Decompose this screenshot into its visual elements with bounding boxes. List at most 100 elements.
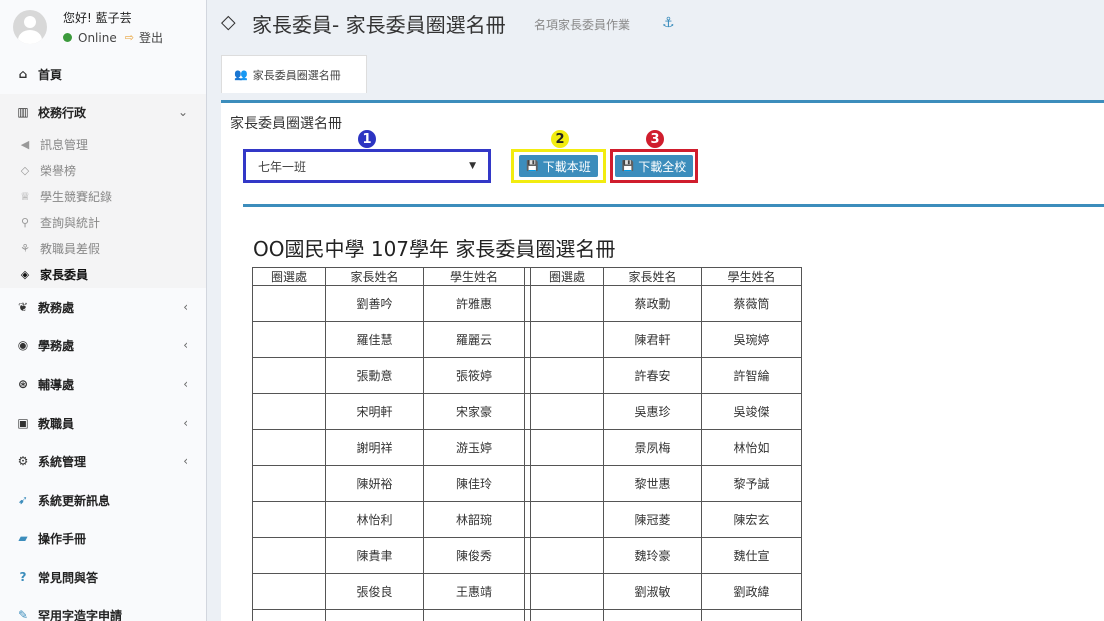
parent-name-cell: 陳貴聿: [325, 537, 424, 574]
sidebar-item-label: 教務處: [38, 300, 75, 315]
select-cell: [252, 609, 326, 621]
sidebar-item-label: 校務行政: [38, 105, 87, 120]
student-name-cell: 王惠靖: [423, 573, 525, 610]
student-name-cell: 羅麗云: [423, 321, 525, 358]
sidebar-item-faq[interactable]: ? 常見問與答: [0, 559, 206, 595]
tab-roster[interactable]: 👥 家長委員圈選名冊: [221, 55, 367, 93]
walking-icon: ⚘: [20, 241, 30, 255]
select-cell: [252, 573, 326, 610]
highlight-frame-class: 💾 下載本班: [511, 149, 606, 183]
page-subtitle: 名項家長委員作業: [534, 18, 631, 32]
roster-table: 圈選處 家長姓名 學生姓名 圈選處 家長姓名 學生姓名 劉善吟 許雅惠 蔡政勳 蔡薇筒…: [252, 267, 802, 621]
sidebar-item-home[interactable]: ⌂ 首頁: [0, 56, 206, 92]
parent-name-cell: 陳君軒: [603, 321, 702, 358]
page-header: ◇ 家長委員- 家長委員圈選名冊 名項家長委員作業 ⚓: [207, 0, 1104, 50]
sidebar-item-label: 輔導處: [38, 377, 75, 392]
select-cell: [252, 501, 326, 538]
parent-name-cell: 謝明祥: [325, 429, 424, 466]
step-badge-3: 3: [644, 128, 666, 150]
select-cell: [530, 573, 604, 610]
sidebar-item-school-admin[interactable]: ▥ 校務行政 ⌄: [0, 94, 206, 130]
parent-name-cell: 吳惠珍: [603, 393, 702, 430]
chevron-left-icon: ‹: [183, 338, 188, 352]
sidebar-subitem-query[interactable]: ⚲ 查詢與統計: [0, 210, 206, 234]
select-cell: [530, 357, 604, 394]
sidebar-item-staff[interactable]: ▣ 教職員 ‹: [0, 405, 206, 441]
column-header: 圈選處: [530, 267, 604, 286]
step-badge-2: 2: [549, 128, 571, 150]
box-title: 家長委員圈選名冊: [230, 116, 342, 132]
select-cell: [530, 321, 604, 358]
logout-icon[interactable]: ⇨: [125, 31, 134, 44]
sidebar-subitem-honor-roll[interactable]: ◇ 榮譽榜: [0, 158, 206, 182]
dropdown-arrow-icon: ▼: [469, 161, 476, 171]
sidebar-item-label: 常見問與答: [38, 570, 99, 585]
student-name-cell: 陳宏玄: [701, 501, 802, 538]
select-cell: [530, 285, 604, 322]
student-name-cell: 劉政緯: [701, 573, 802, 610]
select-cell: [530, 465, 604, 502]
column-header: 家長姓名: [603, 267, 702, 286]
parent-name-cell: 江玉玲: [325, 609, 424, 621]
select-cell: [252, 321, 326, 358]
select-cell: [252, 285, 326, 322]
parent-name-cell: 蔡政勳: [603, 285, 702, 322]
users-icon: 👥: [234, 68, 248, 81]
divider: [243, 204, 1104, 207]
select-cell: [530, 393, 604, 430]
table-row: 陳貴聿 陳俊秀 魏玲豪 魏仕宣: [252, 537, 802, 574]
sidebar-subitem-parent-committee[interactable]: ◈ 家長委員: [0, 262, 206, 286]
sidebar-item-label: 系統更新訊息: [38, 493, 111, 508]
parent-name-cell: 林怡利: [325, 501, 424, 538]
chevron-left-icon: ‹: [183, 377, 188, 391]
student-name-cell: 魏仕宣: [701, 537, 802, 574]
tab-label: 家長委員圈選名冊: [252, 68, 341, 82]
diamond-icon: ◇: [221, 11, 236, 33]
content-box: 家長委員圈選名冊 1 2 3 七年一班 ▼ 💾 下載本班 💾 下載全校 OO國民…: [221, 100, 1104, 621]
sidebar-item-manual[interactable]: ▰ 操作手冊: [0, 520, 206, 556]
column-header: 學生姓名: [701, 267, 802, 286]
table-row: 張勳意 張筱婷 許春安 許智綸: [252, 357, 802, 394]
sidebar-subitem-staff-leave[interactable]: ⚘ 教職員差假: [0, 236, 206, 260]
student-name-cell: 吳竣傑: [701, 393, 802, 430]
sidebar-item-counseling[interactable]: ⊛ 輔導處 ‹: [0, 366, 206, 402]
column-header: 圈選處: [252, 267, 326, 286]
avatar: [13, 10, 47, 44]
sidebar-item-academic[interactable]: ❦ 教務處 ‹: [0, 289, 206, 325]
select-cell: [252, 357, 326, 394]
sidebar-subitem-label: 查詢與統計: [40, 215, 101, 230]
roster-body: 劉善吟 許雅惠 蔡政勳 蔡薇筒 羅佳慧 羅麗云 陳君軒 吳琬婷 張勳意 張筱婷 許春安 許智綸 宋明軒宋…: [252, 285, 802, 621]
sidebar-subitem-competitions[interactable]: ♕ 學生競賽紀錄: [0, 184, 206, 208]
chevron-left-icon: ‹: [183, 416, 188, 430]
student-name-cell: 林韶琬: [423, 501, 525, 538]
sidebar-item-rare-chars[interactable]: ✎ 罕用字造字申請: [0, 597, 206, 621]
sidebar-item-label: 教職員: [38, 416, 75, 431]
sidebar: 您好! 藍子芸 Online ⇨ 登出 ⌂ 首頁 ▥ 校務行政 ⌄ ◀ 訊息管理…: [0, 0, 207, 621]
anchor-icon[interactable]: ⚓: [662, 15, 675, 31]
leaf-icon: ❦: [17, 300, 29, 314]
highlight-frame-school: 💾 下載全校: [610, 149, 698, 183]
sidebar-item-label: 操作手冊: [38, 531, 87, 546]
institution-icon: ▥: [17, 105, 29, 119]
sidebar-item-label: 系統管理: [38, 454, 87, 469]
sidebar-subitem-label: 學生競賽紀錄: [40, 189, 113, 204]
select-cell: [530, 429, 604, 466]
parent-name-cell: 劉淑敏: [603, 573, 702, 610]
table-row: 江玉玲江宗道 鄭文傑鄭家福: [252, 609, 802, 621]
student-name-cell: 林怡如: [701, 429, 802, 466]
user-panel: 您好! 藍子芸 Online ⇨ 登出: [0, 0, 206, 54]
sidebar-item-updates[interactable]: ➹ 系統更新訊息: [0, 482, 206, 518]
chevron-down-icon: ⌄: [177, 105, 188, 119]
chevron-left-icon: ‹: [183, 300, 188, 314]
user-status: Online ⇨ 登出: [63, 29, 163, 46]
sidebar-item-system[interactable]: ⚙ 系統管理 ‹: [0, 443, 206, 479]
diamond-icon: ◇: [20, 163, 30, 177]
download-school-button[interactable]: 💾 下載全校: [614, 155, 694, 177]
sidebar-item-student-affairs[interactable]: ◉ 學務處 ‹: [0, 327, 206, 363]
column-header: 學生姓名: [423, 267, 525, 286]
sidebar-subitem-messages[interactable]: ◀ 訊息管理: [0, 132, 206, 156]
search-icon: ⚲: [20, 215, 30, 229]
logout-link[interactable]: 登出: [139, 29, 163, 46]
download-class-button[interactable]: 💾 下載本班: [519, 155, 598, 177]
class-select[interactable]: 七年一班 ▼: [243, 149, 491, 183]
